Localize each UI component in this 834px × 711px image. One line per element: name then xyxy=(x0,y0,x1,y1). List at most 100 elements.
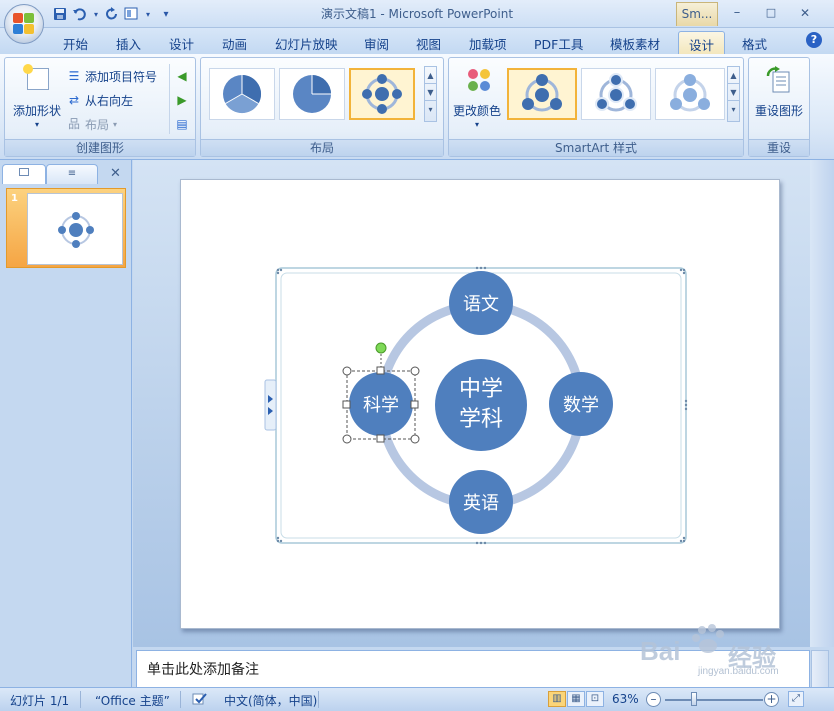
text-pane-toggle[interactable] xyxy=(264,379,277,431)
style-gallery-up-icon[interactable]: ▲ xyxy=(728,67,739,84)
tab-addins[interactable]: 加载项 xyxy=(469,31,507,54)
fit-to-window-icon[interactable]: ⤢ xyxy=(788,691,804,707)
tab-animations[interactable]: 动画 xyxy=(222,31,247,54)
minimize-button[interactable]: – xyxy=(722,2,752,24)
zoom-out-icon[interactable]: – xyxy=(646,692,661,707)
style-gallery-down-icon[interactable]: ▼ xyxy=(728,84,739,101)
slides-tab[interactable] xyxy=(2,164,46,184)
layout-gallery-basic-pie[interactable] xyxy=(209,68,275,120)
slide-thumbnail-image xyxy=(27,193,123,265)
tab-smartart-design[interactable]: 设计 xyxy=(678,31,726,54)
undo-icon[interactable] xyxy=(72,6,88,22)
style-gallery-subtle[interactable] xyxy=(655,68,725,120)
pane-close-icon[interactable]: ✕ xyxy=(110,166,121,181)
ribbon: 添加形状 ▾ ☰ 添加项目符号 ⇄ 从右向左 品 布局 ▾ ◀ ▶ ▤ 创建图形 xyxy=(0,54,834,160)
style-gallery-simple-fill[interactable] xyxy=(507,68,577,120)
tab-design[interactable]: 设计 xyxy=(169,31,194,54)
layout-gallery-pie-wedges[interactable] xyxy=(279,68,345,120)
close-button[interactable]: ✕ xyxy=(790,2,820,24)
slide-canvas[interactable]: 中学 学科 语文 数学 英语 科学 xyxy=(180,179,780,629)
text-pane-button[interactable]: ▤ xyxy=(175,114,189,134)
tab-template-material[interactable]: 模板素材 xyxy=(610,31,660,54)
zoom-slider-track[interactable] xyxy=(665,699,763,701)
right-to-left-label: 从右向左 xyxy=(85,93,134,108)
title-bar: 演示文稿1 - Microsoft PowerPoint ▾ ▾ ▾ Sm...… xyxy=(0,0,834,28)
node-right-label: 数学 xyxy=(563,395,599,416)
layout-button[interactable]: 品 布局 ▾ xyxy=(67,114,117,134)
style-simple-fill-icon xyxy=(522,74,562,112)
gallery-up-icon[interactable]: ▲ xyxy=(425,67,436,84)
center-node-line1: 中学 xyxy=(459,377,503,402)
tab-review[interactable]: 审阅 xyxy=(364,31,389,54)
node-left-label: 科学 xyxy=(363,395,399,416)
status-bar: 幻灯片 1/1 “Office 主题” 中文(简体，中国) ▥ ▦ ⊡ 63% … xyxy=(0,687,834,711)
gallery-more-icon[interactable]: ▾ xyxy=(425,101,436,118)
customize-qat-icon[interactable]: ▾ xyxy=(162,6,170,22)
redo-icon[interactable] xyxy=(104,6,120,22)
spellcheck-icon[interactable] xyxy=(192,692,208,709)
style-gallery-more-icon[interactable]: ▾ xyxy=(728,101,739,118)
slide-sorter-icon: ▦ xyxy=(571,693,581,704)
layout-gallery-scroll[interactable]: ▲ ▼ ▾ xyxy=(424,66,437,122)
notes-placeholder: 单击此处添加备注 xyxy=(147,662,259,678)
save-icon[interactable] xyxy=(52,6,68,22)
maximize-button[interactable]: □ xyxy=(756,2,786,24)
undo-dropdown-icon[interactable]: ▾ xyxy=(92,6,100,22)
outline-tab[interactable]: ≡ xyxy=(46,164,98,184)
group-layouts: ▲ ▼ ▾ 布局 xyxy=(200,57,444,157)
tab-home[interactable]: 开始 xyxy=(63,31,88,54)
slides-pane: ≡ ✕ 1 xyxy=(0,160,132,687)
pane-tabs: ≡ ✕ xyxy=(2,164,130,184)
text-pane-icon: ▤ xyxy=(176,117,188,131)
tab-format[interactable]: 格式 xyxy=(742,31,767,54)
add-shape-icon xyxy=(23,64,49,90)
gallery-down-icon[interactable]: ▼ xyxy=(425,84,436,101)
theme-name[interactable]: “Office 主题” xyxy=(95,692,170,709)
zoom-in-icon[interactable]: + xyxy=(764,692,779,707)
add-bullet-button[interactable]: ☰ 添加项目符号 xyxy=(67,66,157,86)
zoom-slider-thumb[interactable] xyxy=(690,692,697,706)
normal-view-button[interactable]: ▥ xyxy=(548,691,566,707)
normal-view-icon: ▥ xyxy=(552,693,562,704)
vertical-scrollbar[interactable] xyxy=(810,160,834,647)
layout-icon[interactable] xyxy=(124,6,140,22)
tab-view[interactable]: 视图 xyxy=(416,31,441,54)
node-top-label: 语文 xyxy=(463,294,499,315)
slide-info: 幻灯片 1/1 xyxy=(10,694,70,708)
change-colors-label: 更改颜色 xyxy=(453,104,502,118)
reset-graphic-button[interactable]: 重设图形 xyxy=(751,64,809,124)
center-node[interactable] xyxy=(435,359,527,451)
zoom-level[interactable]: 63% xyxy=(612,692,639,706)
notes-scrollbar[interactable] xyxy=(811,650,829,688)
add-shape-label: 添加形状 xyxy=(13,104,62,118)
language-indicator[interactable]: 中文(简体，中国) xyxy=(224,692,317,709)
right-to-left-button[interactable]: ⇄ 从右向左 xyxy=(67,90,133,110)
org-chart-icon: 品 xyxy=(67,117,80,131)
change-colors-dropdown-icon: ▾ xyxy=(475,120,480,129)
add-shape-button[interactable]: 添加形状 ▾ xyxy=(11,64,65,134)
tab-pdf-tools[interactable]: PDF工具 xyxy=(534,31,583,54)
slide-thumbnail-1[interactable]: 1 xyxy=(6,188,126,268)
slideshow-icon: ⊡ xyxy=(590,693,600,704)
style-subtle-icon xyxy=(670,74,710,112)
slide-number: 1 xyxy=(11,193,18,204)
slideshow-view-button[interactable]: ⊡ xyxy=(586,691,604,707)
notes-pane[interactable]: 单击此处添加备注 xyxy=(136,650,810,688)
slide-sorter-view-button[interactable]: ▦ xyxy=(567,691,585,707)
layout-label: 布局 xyxy=(85,117,110,132)
style-gallery-scroll[interactable]: ▲ ▼ ▾ xyxy=(727,66,740,122)
style-gallery-white-outline[interactable] xyxy=(581,68,651,120)
layout-gallery-radial-cycle[interactable] xyxy=(349,68,415,120)
slides-tab-icon xyxy=(19,168,29,176)
tab-slideshow[interactable]: 幻灯片放映 xyxy=(275,31,338,54)
group-create-graphic: 添加形状 ▾ ☰ 添加项目符号 ⇄ 从右向左 品 布局 ▾ ◀ ▶ ▤ 创建图形 xyxy=(4,57,196,157)
change-colors-button[interactable]: 更改颜色 ▾ xyxy=(453,64,505,134)
demote-button[interactable]: ▶ xyxy=(175,90,189,110)
office-button[interactable] xyxy=(4,4,44,44)
layout-dropdown-icon[interactable]: ▾ xyxy=(144,6,152,22)
rotate-handle[interactable] xyxy=(375,342,387,354)
quick-access-toolbar: ▾ ▾ ▾ xyxy=(52,5,170,23)
tab-insert[interactable]: 插入 xyxy=(116,31,141,54)
promote-button[interactable]: ◀ xyxy=(175,66,189,86)
help-button[interactable]: ? xyxy=(806,32,822,48)
